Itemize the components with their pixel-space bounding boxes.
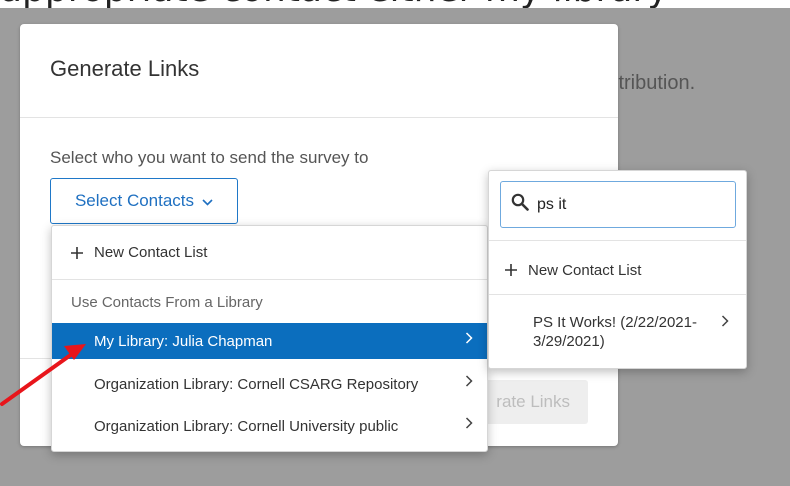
submenu-new-contact-list-label: New Contact List — [528, 261, 642, 279]
select-contacts-dropdown: New Contact List Use Contacts From a Lib… — [51, 225, 488, 452]
library-section-header: Use Contacts From a Library — [71, 294, 263, 311]
chevron-down-icon — [202, 194, 213, 209]
contact-list-result-label: PS It Works! (2/22/2021- 3/29/2021) — [533, 314, 697, 350]
contact-list-submenu: ps it New Contact List PS It Works! (2/2… — [488, 170, 747, 369]
submenu-divider — [489, 294, 746, 295]
search-icon — [511, 193, 529, 216]
library-item-cornell-public[interactable]: Organization Library: Cornell University… — [52, 408, 487, 444]
plus-icon — [70, 242, 84, 264]
library-item-label: Organization Library: Cornell CSARG Repo… — [94, 375, 419, 393]
chevron-right-icon — [465, 374, 473, 391]
submenu-divider — [489, 240, 746, 241]
contact-search-input[interactable]: ps it — [500, 181, 736, 228]
select-recipients-prompt: Select who you want to send the survey t… — [50, 148, 369, 167]
select-contacts-button[interactable]: Select Contacts — [50, 178, 238, 224]
chevron-right-icon — [465, 331, 473, 348]
plus-icon — [504, 259, 518, 281]
select-contacts-label: Select Contacts — [74, 191, 195, 210]
library-item-label: My Library: Julia Chapman — [94, 332, 273, 350]
library-item-cornell-csarg[interactable]: Organization Library: Cornell CSARG Repo… — [52, 366, 487, 402]
library-item-label: Organization Library: Cornell University… — [94, 417, 399, 435]
chevron-right-icon — [721, 313, 729, 332]
search-input-value: ps it — [537, 195, 567, 213]
chevron-right-icon — [465, 416, 473, 433]
contact-list-result-item[interactable]: PS It Works! (2/22/2021- 3/29/2021) — [533, 313, 729, 351]
new-contact-list-item[interactable]: New Contact List — [52, 226, 487, 280]
new-contact-list-label: New Contact List — [94, 244, 208, 261]
submenu-new-contact-list-item[interactable]: New Contact List — [504, 255, 641, 285]
modal-title: Generate Links — [50, 56, 200, 81]
generate-links-button[interactable]: rate Links — [484, 380, 588, 424]
annotation-arrow-icon — [0, 344, 86, 406]
library-item-my-library[interactable]: My Library: Julia Chapman — [52, 323, 487, 359]
